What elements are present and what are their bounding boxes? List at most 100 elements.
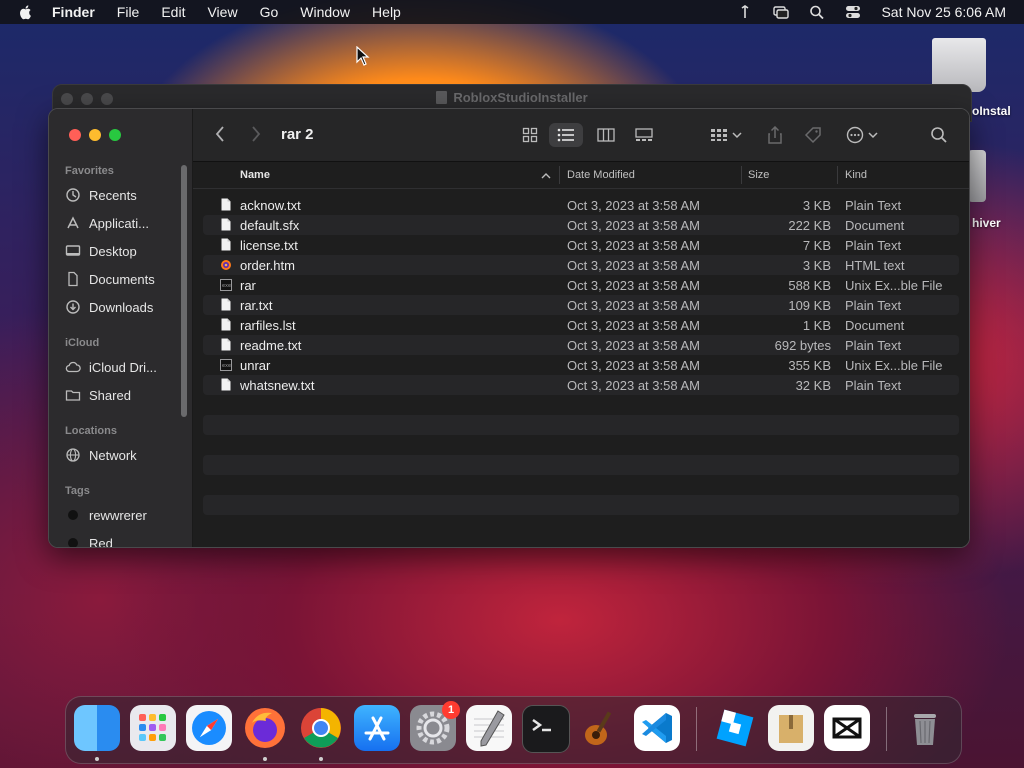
vscode-logo-icon: [642, 713, 672, 743]
sidebar-tag-red[interactable]: Red: [65, 533, 113, 547]
column-header-size[interactable]: Size: [748, 169, 769, 181]
executable-file-icon: exec: [220, 359, 232, 371]
control-center-icon[interactable]: [845, 5, 861, 19]
empty-row: [203, 435, 959, 455]
screen-mirroring-icon[interactable]: [773, 5, 790, 19]
globe-icon: [66, 448, 80, 462]
table-row[interactable]: rarfiles.lst Oct 3, 2023 at 3:58 AM 1 KB…: [203, 315, 959, 335]
file-list: acknow.txt Oct 3, 2023 at 3:58 AM 3 KB P…: [203, 195, 959, 535]
spotlight-search-icon[interactable]: [809, 5, 825, 19]
column-divider[interactable]: [559, 166, 560, 184]
sidebar-section-tags: Tags: [65, 485, 90, 497]
sidebar-item-documents[interactable]: Documents: [65, 269, 155, 289]
chevron-down-icon: [868, 132, 878, 139]
gallery-icon: [635, 128, 653, 141]
network-status-icon[interactable]: [737, 5, 753, 19]
launchpad-icon[interactable]: [130, 705, 176, 751]
vscode-icon[interactable]: [634, 705, 680, 751]
sidebar-item-applications[interactable]: Applicati...: [65, 213, 149, 233]
desktop-item-label[interactable]: hiver: [972, 216, 1001, 230]
sidebar-scrollbar[interactable]: [181, 165, 187, 417]
empty-row: [203, 395, 959, 415]
back-button[interactable]: [215, 126, 225, 147]
menu-edit[interactable]: Edit: [161, 4, 185, 20]
icon-view-button[interactable]: [515, 123, 545, 147]
tag-dot-icon: [68, 538, 78, 547]
chrome-logo-icon: [301, 708, 341, 748]
document-file-icon: [221, 318, 231, 331]
capcut-logo-icon: [832, 717, 862, 739]
close-button[interactable]: [69, 129, 81, 141]
table-row[interactable]: whatsnew.txt Oct 3, 2023 at 3:58 AM 32 K…: [203, 375, 959, 395]
group-grid-icon: [711, 129, 727, 141]
minimize-button[interactable]: [89, 129, 101, 141]
capcut-icon[interactable]: [824, 705, 870, 751]
search-icon: [931, 127, 947, 143]
roblox-studio-icon[interactable]: [712, 705, 758, 751]
chevron-left-icon: [215, 126, 224, 142]
sidebar-item-icloud-drive[interactable]: iCloud Dri...: [65, 357, 157, 377]
table-row[interactable]: exec unrar Oct 3, 2023 at 3:58 AM 355 KB…: [203, 355, 959, 375]
sidebar-item-desktop[interactable]: Desktop: [65, 241, 137, 261]
table-row[interactable]: order.htm Oct 3, 2023 at 3:58 AM 3 KB HT…: [203, 255, 959, 275]
column-divider[interactable]: [741, 166, 742, 184]
menu-clock[interactable]: Sat Nov 25 6:06 AM: [881, 4, 1006, 20]
guitar-icon: [585, 711, 612, 745]
garageband-icon[interactable]: [578, 705, 624, 751]
download-icon: [66, 300, 80, 314]
sidebar-tag-rewwrerer[interactable]: rewwrerer: [65, 505, 147, 525]
firefox-icon[interactable]: [242, 705, 288, 751]
text-file-icon: [221, 378, 231, 391]
trash-icon[interactable]: [902, 705, 948, 751]
group-by-button[interactable]: [705, 123, 747, 147]
column-header-date-modified[interactable]: Date Modified: [567, 169, 635, 181]
search-button[interactable]: [927, 123, 951, 147]
chrome-icon[interactable]: [298, 705, 344, 751]
sidebar-item-recents[interactable]: Recents: [65, 185, 137, 205]
archive-utility-icon[interactable]: [768, 705, 814, 751]
textedit-icon[interactable]: [466, 705, 512, 751]
menu-finder[interactable]: Finder: [52, 4, 95, 20]
apple-menu-icon[interactable]: [18, 4, 34, 20]
menu-file[interactable]: File: [117, 4, 140, 20]
safari-icon[interactable]: [186, 705, 232, 751]
column-header-kind[interactable]: Kind: [845, 169, 867, 181]
app-store-a-icon: [364, 716, 390, 741]
table-row[interactable]: license.txt Oct 3, 2023 at 3:58 AM 7 KB …: [203, 235, 959, 255]
sort-ascending-icon[interactable]: [541, 172, 551, 179]
finder-window: Favorites Recents Applicati... Desktop D…: [48, 108, 970, 548]
executable-file-icon: exec: [220, 279, 232, 291]
menu-help[interactable]: Help: [372, 4, 401, 20]
menu-bar: Finder File Edit View Go Window Help Sat…: [0, 0, 1024, 24]
table-row[interactable]: acknow.txt Oct 3, 2023 at 3:58 AM 3 KB P…: [203, 195, 959, 215]
dock-separator: [886, 707, 887, 751]
column-divider[interactable]: [837, 166, 838, 184]
gallery-view-button[interactable]: [629, 123, 659, 147]
table-row[interactable]: readme.txt Oct 3, 2023 at 3:58 AM 692 by…: [203, 335, 959, 355]
desktop-item-label[interactable]: oInstal: [972, 104, 1011, 118]
more-actions-button[interactable]: [843, 123, 881, 147]
sidebar-item-downloads[interactable]: Downloads: [65, 297, 153, 317]
menu-go[interactable]: Go: [260, 4, 279, 20]
chevron-right-icon: [252, 126, 261, 142]
table-row[interactable]: default.sfx Oct 3, 2023 at 3:58 AM 222 K…: [203, 215, 959, 235]
zoom-button[interactable]: [109, 129, 121, 141]
desktop-archiver-icon[interactable]: [968, 150, 986, 202]
table-row[interactable]: exec rar Oct 3, 2023 at 3:58 AM 588 KB U…: [203, 275, 959, 295]
folder-title: rar 2: [281, 126, 314, 143]
sidebar-item-shared[interactable]: Shared: [65, 385, 131, 405]
ellipsis-circle-icon: [846, 126, 864, 144]
terminal-icon[interactable]: [522, 705, 570, 753]
sidebar-item-network[interactable]: Network: [65, 445, 137, 465]
menu-window[interactable]: Window: [300, 4, 350, 20]
share-button[interactable]: [763, 123, 787, 147]
column-header-name[interactable]: Name: [240, 169, 270, 181]
menu-view[interactable]: View: [207, 4, 237, 20]
column-view-button[interactable]: [591, 123, 621, 147]
table-row[interactable]: rar.txt Oct 3, 2023 at 3:58 AM 109 KB Pl…: [203, 295, 959, 315]
finder-icon[interactable]: [74, 705, 120, 751]
forward-button[interactable]: [251, 126, 261, 147]
tags-button[interactable]: [801, 123, 825, 147]
app-store-icon[interactable]: [354, 705, 400, 751]
list-view-button[interactable]: [549, 123, 583, 147]
